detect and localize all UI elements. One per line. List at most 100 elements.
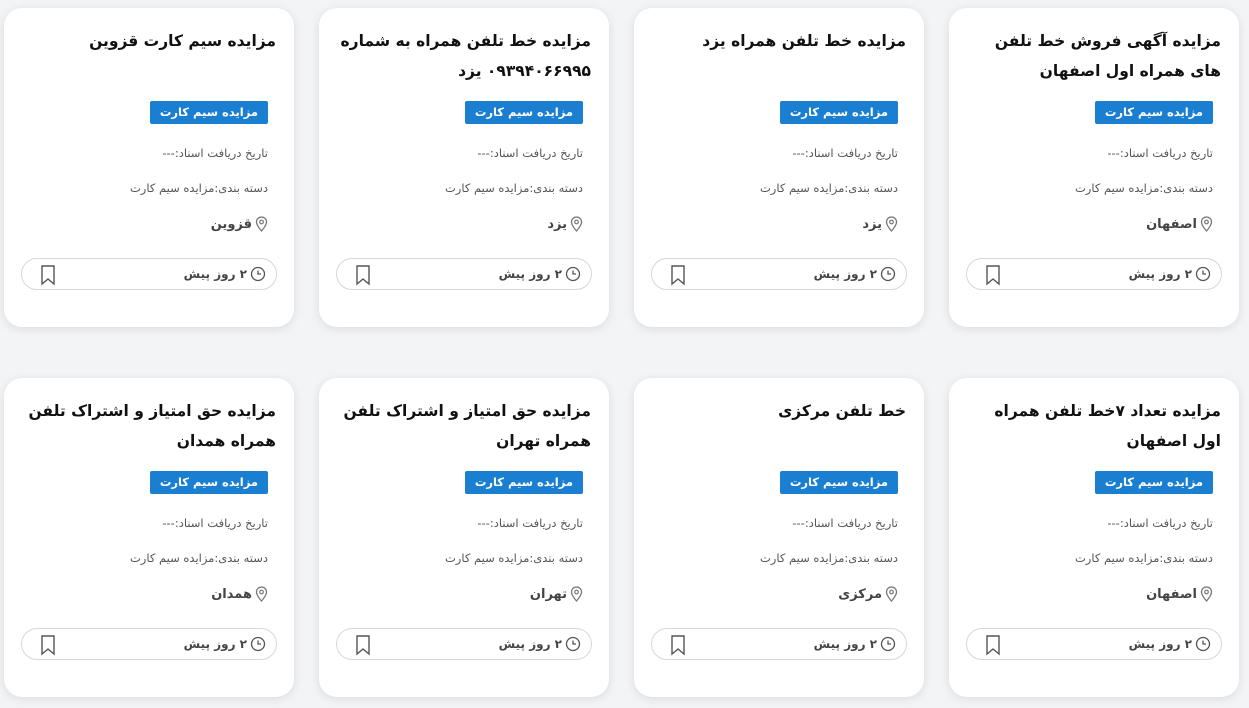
location-label: قزوین xyxy=(210,216,252,232)
category-text: دسته بندی:مزایده سیم کارت xyxy=(1074,181,1213,195)
location-label: اصفهان xyxy=(1146,586,1197,602)
card-title[interactable]: مزایده تعداد ۷خط تلفن همراه اول اصفهان xyxy=(963,396,1221,456)
clock-icon xyxy=(1195,266,1211,282)
category-badge[interactable]: مزایده سیم کارت xyxy=(1094,471,1213,494)
bookmark-icon[interactable] xyxy=(984,264,1002,286)
card-footer: ۲ روز پیش xyxy=(21,628,277,660)
document-date: تاریخ دریافت اسناد:--- xyxy=(1107,516,1213,530)
location: همدان xyxy=(211,586,268,602)
posted-time-label: ۲ روز پیش xyxy=(498,637,562,651)
card-title[interactable]: مزایده خط تلفن همراه یزد xyxy=(648,26,906,56)
location-label: مرکزی xyxy=(838,586,882,602)
posted-time: ۲ روز پیش xyxy=(499,266,581,282)
card-title[interactable]: خط تلفن مرکزی xyxy=(648,396,906,426)
category-badge[interactable]: مزایده سیم کارت xyxy=(464,471,583,494)
posted-time: ۲ روز پیش xyxy=(184,636,266,652)
card-title[interactable]: مزایده حق امتیاز و اشتراک تلفن همراه تهر… xyxy=(333,396,591,456)
category-text: دسته بندی:مزایده سیم کارت xyxy=(129,551,268,565)
clock-icon xyxy=(880,266,896,282)
posted-time: ۲ روز پیش xyxy=(184,266,266,282)
clock-icon xyxy=(250,266,266,282)
category-text: دسته بندی:مزایده سیم کارت xyxy=(759,181,898,195)
clock-icon xyxy=(565,266,581,282)
posted-time: ۲ روز پیش xyxy=(499,636,581,652)
card-footer: ۲ روز پیش xyxy=(21,258,277,290)
document-date: تاریخ دریافت اسناد:--- xyxy=(1107,146,1213,160)
posted-time-label: ۲ روز پیش xyxy=(1128,267,1192,281)
location-label: یزد xyxy=(862,216,882,232)
category-badge[interactable]: مزایده سیم کارت xyxy=(779,101,898,124)
card-title[interactable]: مزایده حق امتیاز و اشتراک تلفن همراه همد… xyxy=(18,396,276,456)
location: یزد xyxy=(862,216,898,232)
location: اصفهان xyxy=(1146,586,1213,602)
category-text: دسته بندی:مزایده سیم کارت xyxy=(1074,551,1213,565)
posted-time: ۲ روز پیش xyxy=(814,636,896,652)
location: تهران xyxy=(530,586,583,602)
location: قزوین xyxy=(211,216,268,232)
category-badge[interactable]: مزایده سیم کارت xyxy=(149,471,268,494)
location-label: اصفهان xyxy=(1146,216,1197,232)
location: اصفهان xyxy=(1146,216,1213,232)
category-badge[interactable]: مزایده سیم کارت xyxy=(149,101,268,124)
location: مرکزی xyxy=(838,586,898,602)
bookmark-icon[interactable] xyxy=(984,634,1002,656)
auction-card-grid: مزایده آگهی فروش خط تلفن های همراه اول ا… xyxy=(0,0,1249,708)
location-pin-icon xyxy=(1200,216,1213,232)
location-pin-icon xyxy=(255,586,268,602)
category-badge[interactable]: مزایده سیم کارت xyxy=(464,101,583,124)
location-pin-icon xyxy=(570,586,583,602)
posted-time: ۲ روز پیش xyxy=(1129,266,1211,282)
location-pin-icon xyxy=(255,216,268,232)
document-date: تاریخ دریافت اسناد:--- xyxy=(792,516,898,530)
bookmark-icon[interactable] xyxy=(669,264,687,286)
card-footer: ۲ روز پیش xyxy=(336,628,592,660)
document-date: تاریخ دریافت اسناد:--- xyxy=(477,516,583,530)
bookmark-icon[interactable] xyxy=(669,634,687,656)
auction-card[interactable]: خط تلفن مرکزی مزایده سیم کارت تاریخ دریا… xyxy=(634,378,924,697)
auction-card[interactable]: مزایده تعداد ۷خط تلفن همراه اول اصفهان م… xyxy=(949,378,1239,697)
posted-time-label: ۲ روز پیش xyxy=(1128,637,1192,651)
posted-time-label: ۲ روز پیش xyxy=(183,267,247,281)
bookmark-icon[interactable] xyxy=(39,634,57,656)
location-label: تهران xyxy=(529,586,567,602)
location-pin-icon xyxy=(885,586,898,602)
category-text: دسته بندی:مزایده سیم کارت xyxy=(444,551,583,565)
category-badge[interactable]: مزایده سیم کارت xyxy=(1094,101,1213,124)
posted-time: ۲ روز پیش xyxy=(814,266,896,282)
auction-card[interactable]: مزایده حق امتیاز و اشتراک تلفن همراه تهر… xyxy=(319,378,609,697)
clock-icon xyxy=(250,636,266,652)
category-badge[interactable]: مزایده سیم کارت xyxy=(779,471,898,494)
location-pin-icon xyxy=(1200,586,1213,602)
card-title[interactable]: مزایده خط تلفن همراه به شماره ۰۹۳۹۴۰۶۶۹۹… xyxy=(333,26,591,86)
location-pin-icon xyxy=(885,216,898,232)
posted-time-label: ۲ روز پیش xyxy=(813,637,877,651)
auction-card[interactable]: مزایده سیم کارت قزوین مزایده سیم کارت تا… xyxy=(4,8,294,327)
category-text: دسته بندی:مزایده سیم کارت xyxy=(759,551,898,565)
bookmark-icon[interactable] xyxy=(39,264,57,286)
location-label: همدان xyxy=(211,586,252,602)
location: یزد xyxy=(547,216,583,232)
clock-icon xyxy=(565,636,581,652)
auction-card[interactable]: مزایده حق امتیاز و اشتراک تلفن همراه همد… xyxy=(4,378,294,697)
auction-card[interactable]: مزایده خط تلفن همراه یزد مزایده سیم کارت… xyxy=(634,8,924,327)
card-footer: ۲ روز پیش xyxy=(966,628,1222,660)
posted-time-label: ۲ روز پیش xyxy=(498,267,562,281)
category-text: دسته بندی:مزایده سیم کارت xyxy=(129,181,268,195)
bookmark-icon[interactable] xyxy=(354,264,372,286)
posted-time-label: ۲ روز پیش xyxy=(183,637,247,651)
card-footer: ۲ روز پیش xyxy=(651,628,907,660)
auction-card[interactable]: مزایده خط تلفن همراه به شماره ۰۹۳۹۴۰۶۶۹۹… xyxy=(319,8,609,327)
document-date: تاریخ دریافت اسناد:--- xyxy=(477,146,583,160)
clock-icon xyxy=(1195,636,1211,652)
auction-card[interactable]: مزایده آگهی فروش خط تلفن های همراه اول ا… xyxy=(949,8,1239,327)
card-footer: ۲ روز پیش xyxy=(651,258,907,290)
card-title[interactable]: مزایده سیم کارت قزوین xyxy=(18,26,276,56)
category-text: دسته بندی:مزایده سیم کارت xyxy=(444,181,583,195)
document-date: تاریخ دریافت اسناد:--- xyxy=(162,516,268,530)
card-footer: ۲ روز پیش xyxy=(966,258,1222,290)
document-date: تاریخ دریافت اسناد:--- xyxy=(162,146,268,160)
document-date: تاریخ دریافت اسناد:--- xyxy=(792,146,898,160)
bookmark-icon[interactable] xyxy=(354,634,372,656)
card-title[interactable]: مزایده آگهی فروش خط تلفن های همراه اول ا… xyxy=(963,26,1221,86)
clock-icon xyxy=(880,636,896,652)
